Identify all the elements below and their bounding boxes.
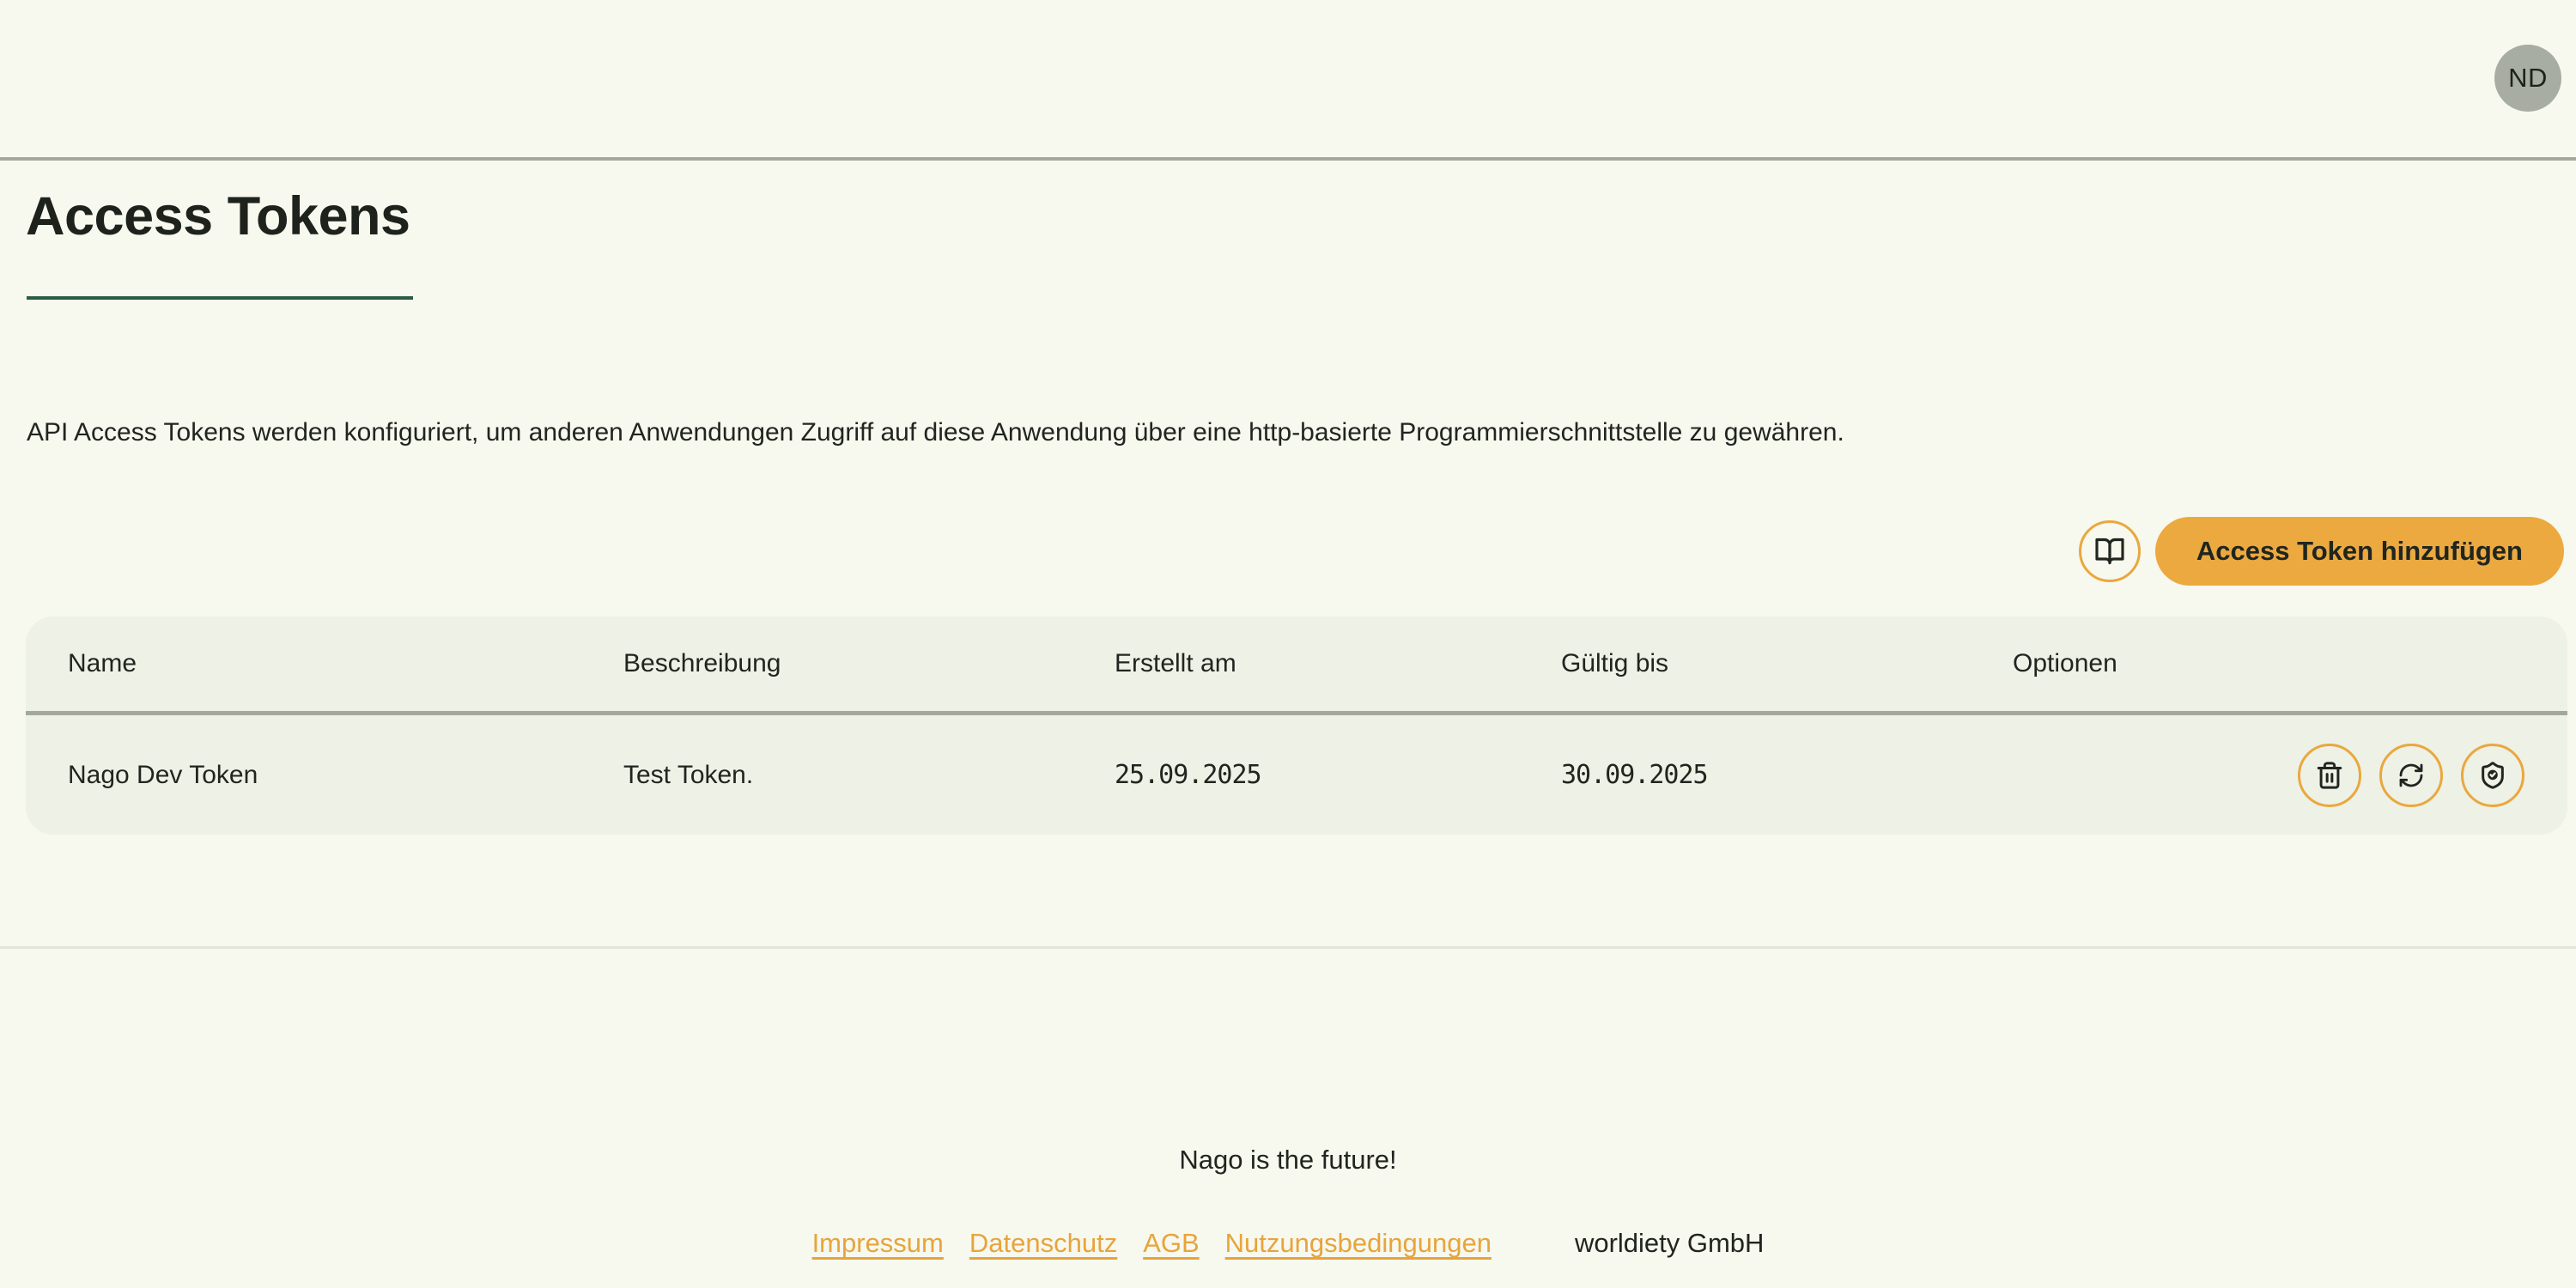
title-underline <box>27 296 413 300</box>
page-title: Access Tokens <box>26 185 410 247</box>
cell-token-name: Nago Dev Token <box>68 761 623 790</box>
page-description: API Access Tokens werden konfiguriert, u… <box>27 418 1844 447</box>
user-avatar[interactable]: ND <box>2494 45 2561 112</box>
link-datenschutz[interactable]: Datenschutz <box>969 1228 1117 1259</box>
table-header-row: Name Beschreibung Erstellt am Gültig bis… <box>26 617 2567 711</box>
column-header-options: Optionen <box>2013 649 2567 678</box>
column-header-description: Beschreibung <box>623 649 1115 678</box>
column-header-name: Name <box>68 649 623 678</box>
link-nutzungsbedingungen[interactable]: Nutzungsbedingungen <box>1225 1228 1492 1259</box>
footer-divider <box>0 946 2576 949</box>
regenerate-token-button[interactable] <box>2379 744 2443 807</box>
refresh-icon <box>2397 762 2425 789</box>
cell-valid-until: 30.09.2025 <box>1561 760 2013 790</box>
trash-icon <box>2315 761 2344 790</box>
book-open-icon <box>2094 536 2125 567</box>
column-header-created: Erstellt am <box>1115 649 1561 678</box>
row-actions <box>2013 744 2567 807</box>
footer-tagline: Nago is the future! <box>0 1145 2576 1176</box>
table-row: Nago Dev Token Test Token. 25.09.2025 30… <box>26 715 2567 835</box>
link-impressum[interactable]: Impressum <box>812 1228 944 1259</box>
link-agb[interactable]: AGB <box>1143 1228 1199 1259</box>
delete-token-button[interactable] <box>2298 744 2361 807</box>
add-access-token-button[interactable]: Access Token hinzufügen <box>2155 517 2564 586</box>
header-divider <box>0 157 2576 161</box>
cell-token-description: Test Token. <box>623 761 1115 790</box>
footer-links: Impressum Datenschutz AGB Nutzungsbeding… <box>0 1228 2576 1259</box>
permissions-token-button[interactable] <box>2461 744 2524 807</box>
top-bar: ND <box>0 0 2576 157</box>
footer-company: worldiety GmbH <box>1575 1228 1765 1259</box>
cell-created-at: 25.09.2025 <box>1115 760 1561 790</box>
shield-check-icon <box>2478 761 2507 790</box>
table-toolbar: Access Token hinzufügen <box>2079 517 2564 586</box>
column-header-valid-until: Gültig bis <box>1561 649 2013 678</box>
access-token-table: Name Beschreibung Erstellt am Gültig bis… <box>26 617 2567 835</box>
docs-button[interactable] <box>2079 520 2141 582</box>
